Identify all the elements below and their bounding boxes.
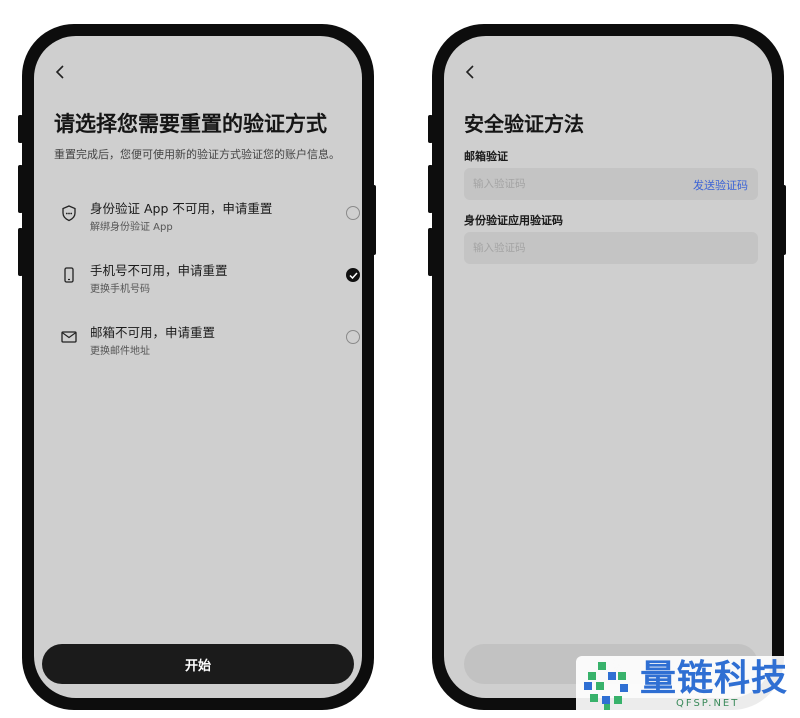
- option-desc: 更换手机号码: [90, 284, 150, 295]
- auth-code-input[interactable]: [464, 232, 684, 264]
- auth-app-label: 身份验证应用验证码: [464, 214, 563, 227]
- option-phone[interactable]: 手机号不可用，申请重置 更换手机号码: [48, 258, 360, 302]
- side-button: [428, 228, 433, 276]
- right-screen: 安全验证方法 邮箱验证 发送验证码 身份验证应用验证码 确认: [444, 36, 772, 698]
- phone-icon: [60, 266, 78, 284]
- email-code-input[interactable]: [464, 168, 684, 200]
- brand-name: 量链科技: [640, 658, 789, 699]
- chevron-left-icon: [55, 65, 64, 79]
- brand-site: QFSP.NET: [676, 698, 740, 709]
- mail-icon: [60, 328, 78, 346]
- shield-icon: [60, 204, 78, 222]
- radio-button-checked[interactable]: [346, 268, 360, 282]
- option-label: 手机号不可用，申请重置: [90, 263, 228, 278]
- chevron-left-icon: [465, 65, 474, 79]
- right-phone: 安全验证方法 邮箱验证 发送验证码 身份验证应用验证码 确认: [432, 24, 784, 710]
- start-button[interactable]: 开始: [42, 644, 354, 684]
- side-button: [18, 165, 23, 213]
- brand-watermark: 量链科技 QFSP.NET: [576, 656, 800, 718]
- side-button: [428, 165, 433, 213]
- option-email[interactable]: 邮箱不可用，申请重置 更换邮件地址: [48, 320, 360, 364]
- check-icon: [349, 272, 358, 279]
- brand-logo-icon: [584, 662, 628, 710]
- side-button: [18, 115, 23, 143]
- side-button: [781, 185, 786, 255]
- option-authenticator[interactable]: 身份验证 App 不可用，申请重置 解绑身份验证 App: [48, 196, 360, 240]
- option-desc: 解绑身份验证 App: [90, 222, 173, 233]
- page-title: 安全验证方法: [464, 112, 584, 136]
- left-phone: 请选择您需要重置的验证方式 重置完成后，您便可使用新的验证方式验证您的账户信息。…: [22, 24, 374, 710]
- side-button: [371, 185, 376, 255]
- page-title: 请选择您需要重置的验证方式: [54, 112, 327, 136]
- back-button[interactable]: [464, 64, 476, 80]
- side-button: [428, 115, 433, 143]
- page-subtitle: 重置完成后，您便可使用新的验证方式验证您的账户信息。: [54, 148, 340, 161]
- email-code-field: 发送验证码: [464, 168, 758, 200]
- send-code-link[interactable]: 发送验证码: [693, 177, 748, 193]
- side-button: [18, 228, 23, 276]
- radio-button[interactable]: [346, 330, 360, 344]
- left-screen: 请选择您需要重置的验证方式 重置完成后，您便可使用新的验证方式验证您的账户信息。…: [34, 36, 362, 698]
- option-desc: 更换邮件地址: [90, 346, 150, 357]
- email-verify-label: 邮箱验证: [464, 150, 508, 163]
- option-label: 身份验证 App 不可用，申请重置: [90, 201, 273, 216]
- auth-code-field: [464, 232, 758, 264]
- radio-button[interactable]: [346, 206, 360, 220]
- option-label: 邮箱不可用，申请重置: [90, 325, 216, 340]
- back-button[interactable]: [54, 64, 66, 80]
